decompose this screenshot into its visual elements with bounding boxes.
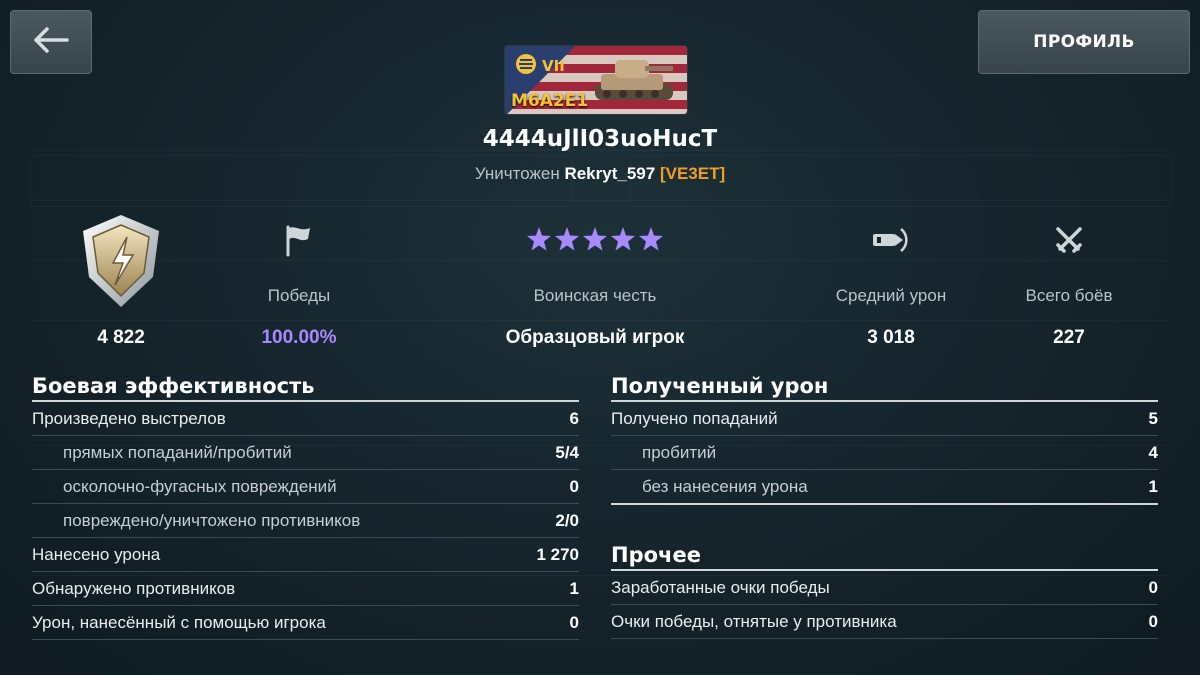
- row-label: Нанесено урона: [32, 544, 161, 564]
- row-value: 4: [1148, 442, 1158, 462]
- stat-avg-damage-value: 3 018: [867, 327, 915, 348]
- list-item: без нанесения урона 1: [611, 470, 1158, 505]
- received-section: Полученный урон Получено попаданий 5 про…: [611, 372, 1158, 505]
- row-label: Очки победы, отнятые у противника: [611, 611, 897, 631]
- stat-honor-label: Воинская честь: [533, 286, 657, 305]
- list-item: пробитий 4: [611, 436, 1158, 470]
- combat-section: Боевая эффективность Произведено выстрел…: [32, 372, 579, 640]
- player-name: 4444uJlI03uoHucT: [482, 126, 718, 152]
- row-label: без нанесения урона: [642, 476, 808, 496]
- list-item: повреждено/уничтожено противников 2/0: [32, 504, 579, 538]
- list-item: Заработанные очки победы 0: [611, 571, 1158, 605]
- stat-avg-damage-label: Средний урон: [835, 286, 947, 305]
- stat-mastery-value: 4 822: [97, 327, 145, 348]
- tier-badge-icon: [515, 53, 537, 79]
- stat-wins-value: 100.00%: [261, 327, 337, 348]
- destroyed-by: Уничтожен Rekryt_597 [VE3ET]: [0, 164, 1200, 184]
- row-value: 0: [569, 476, 579, 496]
- tank-image-icon: [591, 52, 677, 113]
- stat-battles-label: Всего боёв: [1025, 286, 1113, 305]
- stat-avg-damage: Средний урон 3 018: [791, 210, 991, 348]
- row-label: пробитий: [642, 442, 717, 462]
- stat-wins: Победы 100.00%: [199, 210, 399, 348]
- row-value: 5: [1148, 408, 1158, 428]
- row-value: 0: [569, 612, 579, 632]
- row-value: 1: [1148, 476, 1158, 496]
- stat-mastery: 4 822: [21, 206, 221, 356]
- row-label: осколочно-фугасных повреждений: [63, 476, 337, 496]
- row-label: Урон, нанесённый с помощью игрока: [32, 612, 326, 632]
- row-label: Получено попаданий: [611, 408, 778, 428]
- other-section: Прочее Заработанные очки победы 0 Очки п…: [611, 541, 1158, 639]
- row-label: Обнаружено противников: [32, 578, 236, 598]
- stat-battles: Всего боёв 227: [969, 210, 1169, 348]
- row-value: 2/0: [555, 510, 579, 530]
- arrow-left-icon: [31, 25, 71, 60]
- killer-clan[interactable]: [VE3ET]: [660, 164, 725, 183]
- combat-title: Боевая эффективность: [32, 372, 579, 402]
- tank-tier: VII: [515, 53, 565, 79]
- profile-button-label: ПРОФИЛЬ: [1033, 32, 1135, 52]
- profile-button[interactable]: ПРОФИЛЬ: [978, 10, 1190, 74]
- stat-honor: Воинская честь Образцовый игрок: [445, 210, 745, 348]
- row-value: 1: [569, 578, 579, 598]
- tank-name: M6A2E1: [511, 91, 589, 111]
- stars-icon: [445, 210, 745, 270]
- list-item: Получено попаданий 5: [611, 402, 1158, 436]
- row-label: прямых попаданий/пробитий: [63, 442, 292, 462]
- stat-battles-value: 227: [1053, 327, 1085, 348]
- row-value: 6: [569, 408, 579, 428]
- row-label: Заработанные очки победы: [611, 577, 830, 597]
- back-button[interactable]: [10, 10, 92, 74]
- received-title: Полученный урон: [611, 372, 1158, 402]
- row-value: 5/4: [555, 442, 579, 462]
- list-item: прямых попаданий/пробитий 5/4: [32, 436, 579, 470]
- tier-label: VII: [542, 57, 565, 75]
- list-item: Урон, нанесённый с помощью игрока 0: [32, 606, 579, 640]
- row-value: 0: [1148, 611, 1158, 631]
- list-item: Нанесено урона 1 270: [32, 538, 579, 572]
- stat-wins-label: Победы: [267, 286, 331, 305]
- row-label: Произведено выстрелов: [32, 408, 226, 428]
- mastery-badge-icon: [21, 206, 221, 316]
- row-value: 0: [1148, 577, 1158, 597]
- killer-name[interactable]: Rekryt_597: [564, 164, 655, 183]
- list-item: осколочно-фугасных повреждений 0: [32, 470, 579, 504]
- other-title: Прочее: [611, 541, 1158, 571]
- row-value: 1 270: [536, 544, 579, 564]
- row-label: повреждено/уничтожено противников: [63, 510, 361, 530]
- stat-honor-value: Образцовый игрок: [505, 327, 685, 348]
- list-item: Очки победы, отнятые у противника 0: [611, 605, 1158, 639]
- list-item: Обнаружено противников 1: [32, 572, 579, 606]
- destroyed-prefix: Уничтожен: [474, 164, 560, 183]
- shell-damage-icon: [791, 210, 991, 270]
- list-item: Произведено выстрелов 6: [32, 402, 579, 436]
- crossed-swords-icon: [969, 210, 1169, 270]
- tank-card: VII M6A2E1: [504, 45, 688, 115]
- flag-icon: [199, 210, 399, 270]
